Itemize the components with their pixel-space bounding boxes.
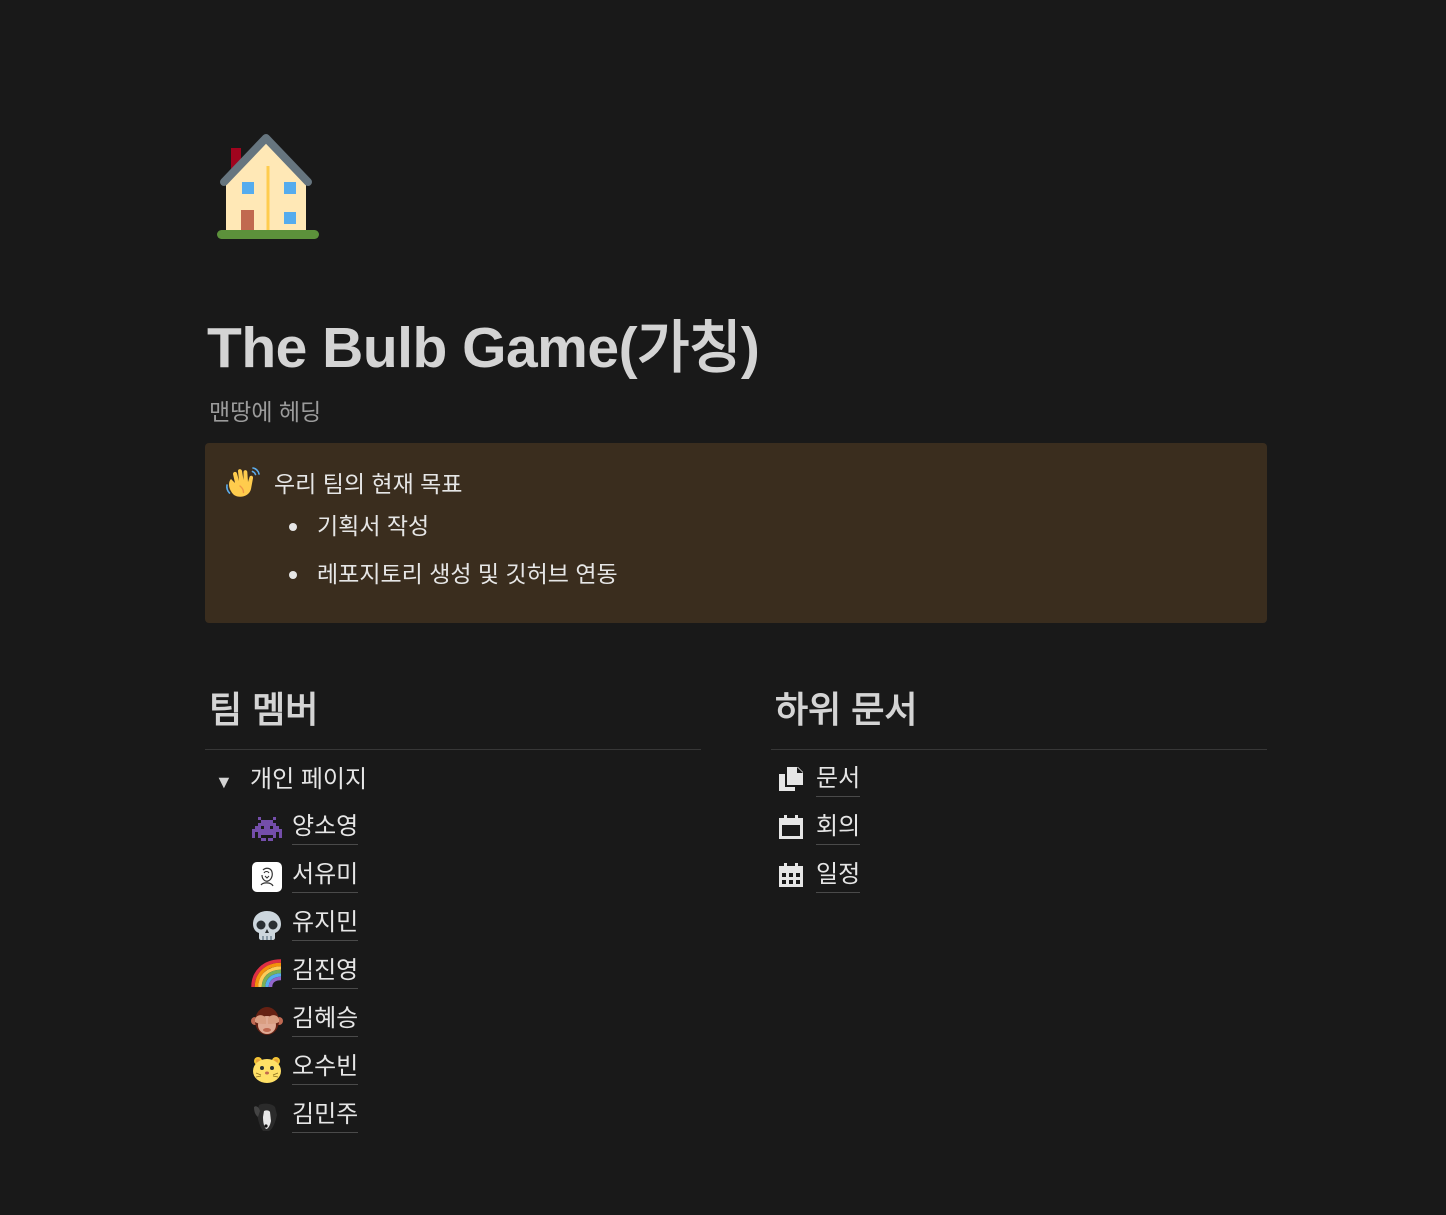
team-members-column: 팀 멤버 ▼ 개인 페이지 양소영 서유미 유지민 김진영 김혜승 오수빈 김민… [205,680,701,1146]
goal-text: 레포지토리 생성 및 깃허브 연동 [317,561,618,587]
see-no-evil-monkey-icon [251,1005,283,1037]
member-name: 양소영 [292,812,359,845]
calendar-grid-icon [778,862,804,888]
subdoc-name: 문서 [816,764,861,797]
member-name: 유지민 [292,908,359,941]
rainbow-icon [251,957,283,989]
member-page-link[interactable]: 김혜승 [205,1002,701,1050]
member-page-link[interactable]: 양소영 [205,810,701,858]
subdocs-column: 하위 문서 문서 회의 일정 [771,680,1267,906]
member-page-link[interactable]: 김민주 [205,1098,701,1146]
member-name: 김민주 [292,1100,359,1133]
team-heading[interactable]: 팀 멤버 [205,680,701,740]
subdoc-link[interactable]: 문서 [771,762,1267,810]
goal-text: 기획서 작성 [317,513,430,539]
subdoc-name: 회의 [816,812,861,845]
member-page-link[interactable]: 김진영 [205,954,701,1002]
space-invader-icon [251,813,283,845]
calendar-icon [778,814,804,840]
member-name: 서유미 [292,860,359,893]
member-page-link[interactable]: 유지민 [205,906,701,954]
page-title[interactable]: The Bulb Game(가칭) [207,312,760,384]
skull-icon [251,909,283,941]
subdoc-link[interactable]: 일정 [771,858,1267,906]
member-name: 김혜승 [292,1004,359,1037]
goal-list-item[interactable]: 레포지토리 생성 및 깃허브 연동 [285,559,618,607]
sketch-avatar-icon [251,861,283,893]
notion-page: The Bulb Game(가칭) 맨땅에 헤딩 우리 팀의 현재 목표 기획서… [0,0,1446,1215]
page-subtitle[interactable]: 맨땅에 헤딩 [209,397,321,427]
subdoc-name: 일정 [816,860,861,893]
house-icon[interactable] [216,130,320,242]
member-name: 김진영 [292,956,359,989]
callout-title[interactable]: 우리 팀의 현재 목표 [274,469,462,499]
member-page-link[interactable]: 서유미 [205,858,701,906]
member-name: 오수빈 [292,1052,359,1085]
subdocs-heading[interactable]: 하위 문서 [771,680,1267,740]
hamster-icon [251,1053,283,1085]
bullet-dot [289,523,297,531]
goal-callout[interactable]: 우리 팀의 현재 목표 기획서 작성 레포지토리 생성 및 깃허브 연동 [205,443,1267,623]
subdoc-list: 문서 회의 일정 [771,762,1267,906]
goal-list-item[interactable]: 기획서 작성 [285,511,618,559]
goal-list: 기획서 작성 레포지토리 생성 및 깃허브 연동 [285,511,618,607]
member-page-link[interactable]: 오수빈 [205,1050,701,1098]
bullet-dot [289,571,297,579]
toggle-label: 개인 페이지 [250,766,368,793]
toggle-arrow-icon[interactable]: ▼ [215,770,233,794]
personal-pages-toggle[interactable]: ▼ 개인 페이지 [205,762,701,810]
divider [771,749,1267,750]
member-list: 양소영 서유미 유지민 김진영 김혜승 오수빈 김민주 [205,810,701,1146]
documents-icon [778,766,804,792]
dog-photo-icon [251,1101,283,1133]
subdoc-link[interactable]: 회의 [771,810,1267,858]
divider [205,749,701,750]
waving-hand-icon[interactable] [225,465,261,501]
